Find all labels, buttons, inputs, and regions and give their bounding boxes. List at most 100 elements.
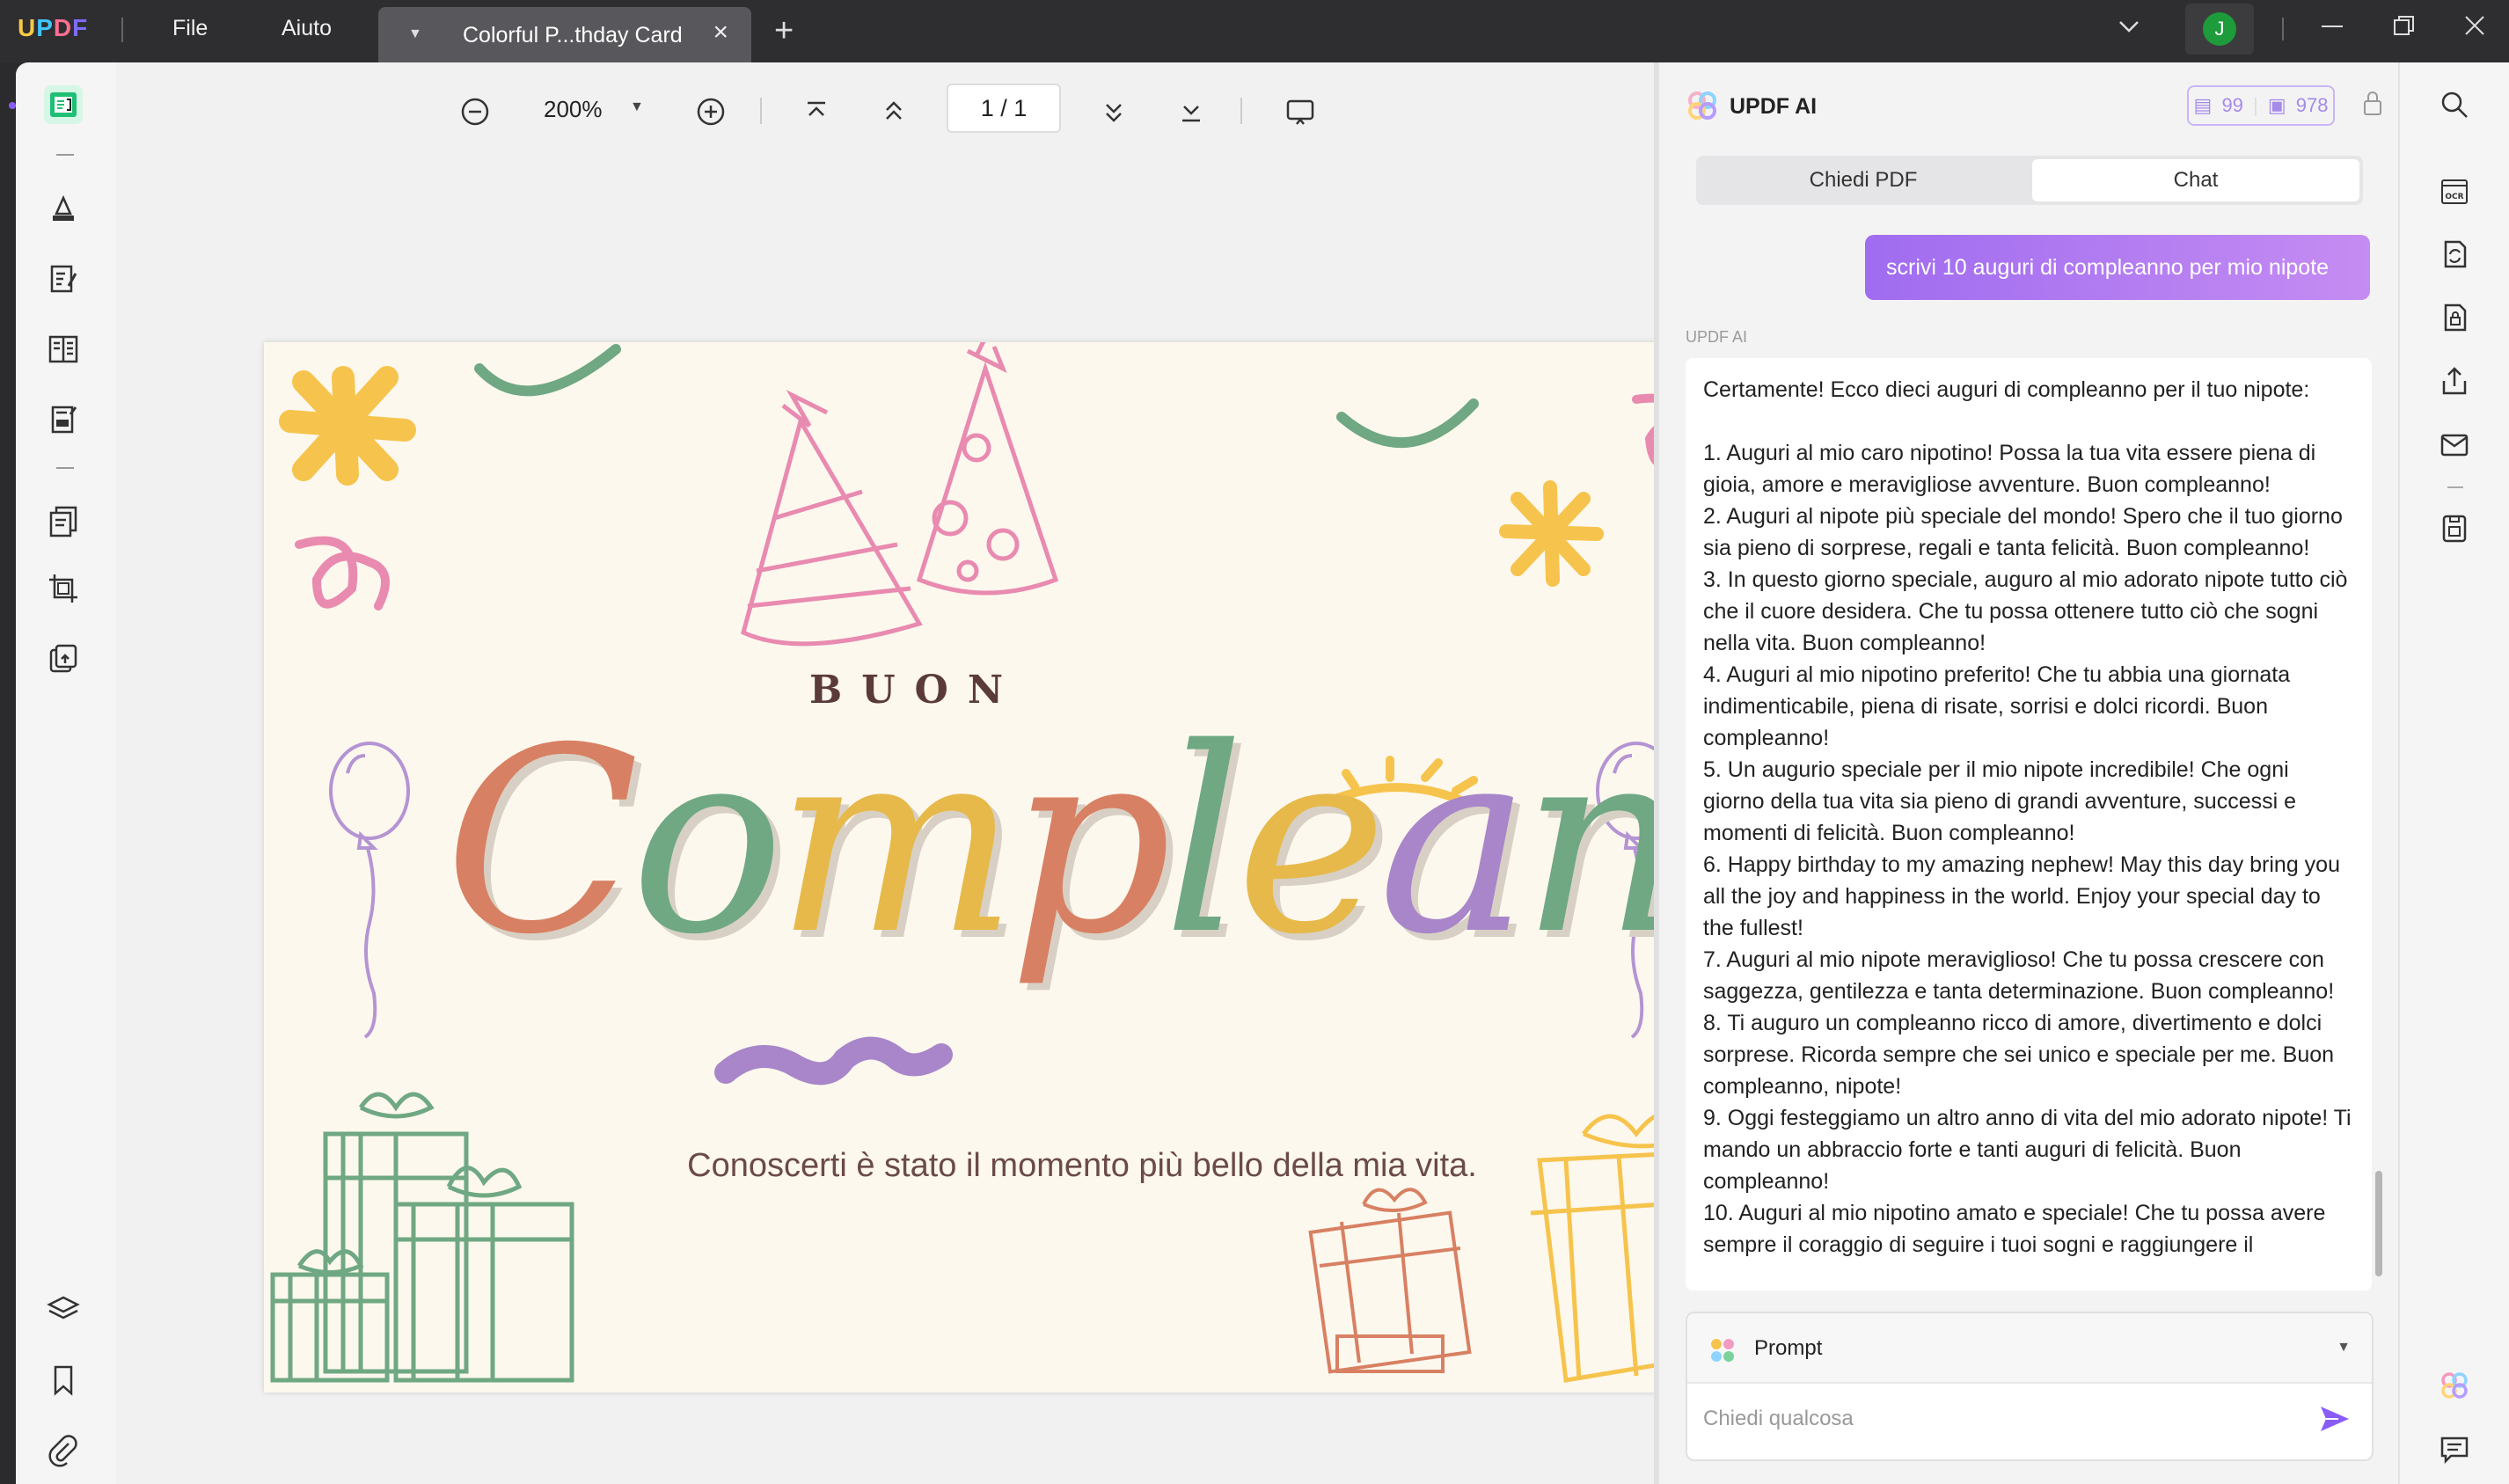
account-box[interactable]: J	[2185, 4, 2254, 55]
document-credit-icon: ▤	[2193, 94, 2213, 116]
chat-input-area: Prompt ▼	[1686, 1312, 2374, 1461]
orange-gift-drawing	[1308, 1188, 1472, 1374]
divider	[2282, 18, 2284, 40]
document-viewer: 200% ▼ 1 / 1 BUON Complean Conoscerti è …	[116, 62, 1742, 1484]
attachment-icon[interactable]	[44, 1431, 83, 1470]
compleanno-letter: p	[1008, 694, 1173, 991]
form-icon[interactable]	[44, 400, 83, 439]
separator	[56, 154, 74, 156]
ai-panel: UPDF AI ▤ 99 | ▣ 978 Chiedi PDF Chat scr…	[1657, 62, 2398, 1484]
email-icon[interactable]	[2437, 427, 2472, 462]
ocr-icon[interactable]: OCR	[2437, 173, 2472, 208]
avatar[interactable]: J	[2203, 12, 2236, 46]
response-item: 10. Auguri al mio nipotino amato e speci…	[1703, 1201, 2326, 1257]
credits-badge[interactable]: ▤ 99 | ▣ 978	[2187, 85, 2335, 126]
response-item: 8. Ti auguro un compleanno ricco di amor…	[1703, 1011, 2335, 1099]
response-item: 5. Un augurio speciale per il mio nipote…	[1703, 757, 2297, 845]
edit-pdf-icon[interactable]	[44, 260, 83, 298]
right-toolbar: OCR	[2398, 62, 2509, 1484]
svg-text:OCR: OCR	[2445, 193, 2463, 201]
convert-pages-icon[interactable]	[44, 502, 83, 541]
updf-logo[interactable]: UPDF	[18, 14, 88, 42]
tab-close-icon[interactable]: ×	[713, 18, 728, 48]
prompt-selector[interactable]: Prompt ▼	[1687, 1313, 2372, 1384]
compleanno-letter: a	[1378, 694, 1531, 991]
comments-icon[interactable]	[2437, 1431, 2472, 1466]
party-hat-drawing	[741, 342, 1059, 647]
protect-icon[interactable]	[2437, 300, 2472, 335]
compleanno-letter: o	[630, 694, 785, 991]
zoom-in-icon[interactable]	[691, 92, 730, 131]
tab-ask-pdf[interactable]: Chiedi PDF	[1700, 159, 2027, 201]
crop-pages-icon[interactable]	[44, 569, 83, 608]
divider	[121, 18, 123, 42]
updf-ai-icon[interactable]	[2437, 1368, 2472, 1403]
document-credits: 99	[2221, 94, 2243, 116]
layers-icon[interactable]	[44, 1290, 83, 1329]
ai-title: UPDF AI	[1730, 94, 1818, 119]
save-icon[interactable]	[2437, 511, 2472, 546]
lock-icon[interactable]	[2361, 91, 2384, 123]
compleanno-letter: C	[444, 694, 640, 991]
user-message-bubble: scrivi 10 auguri di compleanno per mio n…	[1865, 235, 2370, 300]
chevron-down-icon[interactable]	[2117, 14, 2141, 46]
next-page-icon[interactable]	[1094, 92, 1133, 131]
chat-credit-icon: ▣	[2267, 94, 2286, 116]
document-tab[interactable]: ▼ Colorful P...thday Card ×	[378, 7, 751, 62]
tab-dropdown-icon[interactable]: ▼	[408, 26, 422, 42]
green-arc-decoration	[1336, 398, 1479, 449]
title-bar: UPDF File Aiuto ▼ Colorful P...thday Car…	[0, 0, 2509, 62]
organize-pages-icon[interactable]	[44, 330, 83, 369]
close-window-icon[interactable]	[2461, 12, 2488, 46]
restore-icon[interactable]	[2391, 12, 2418, 46]
presentation-icon[interactable]	[1281, 92, 1320, 131]
response-item: 3. In questo giorno speciale, auguro al …	[1703, 567, 2348, 655]
card-heading-compleanno: Compleanno	[444, 694, 1742, 991]
zoom-out-icon[interactable]	[456, 92, 494, 131]
convert-icon[interactable]	[2437, 237, 2472, 272]
share-icon[interactable]	[2437, 363, 2472, 398]
pink-curl-decoration	[295, 536, 390, 610]
pdf-page: BUON Compleanno Conoscerti è stato il mo…	[264, 342, 1742, 1393]
last-page-icon[interactable]	[1172, 92, 1211, 131]
first-page-icon[interactable]	[797, 92, 836, 131]
compleanno-letter: m	[775, 694, 1018, 991]
separator	[760, 98, 762, 124]
menu-file[interactable]: File	[172, 16, 208, 41]
ai-mode-tabs: Chiedi PDF Chat	[1696, 156, 2363, 205]
ai-response-bubble: Certamente! Ecco dieci auguri di complea…	[1686, 358, 2372, 1290]
view-toolbar: 200% ▼ 1 / 1	[116, 62, 1657, 159]
prompt-label: Prompt	[1754, 1336, 1823, 1360]
yellow-star-decoration	[1499, 480, 1604, 587]
chat-scrollbar[interactable]	[2375, 1171, 2382, 1276]
tab-chat[interactable]: Chat	[2032, 159, 2359, 201]
response-item: 6. Happy birthday to my amazing nephew! …	[1703, 852, 2340, 940]
previous-page-icon[interactable]	[874, 92, 913, 131]
zoom-dropdown-icon[interactable]: ▼	[630, 99, 644, 115]
compleanno-letter: l	[1163, 694, 1245, 991]
new-tab-icon[interactable]: +	[774, 12, 794, 50]
green-gift-drawing	[270, 1092, 574, 1383]
compleanno-letter: e	[1235, 694, 1387, 991]
search-icon[interactable]	[2437, 87, 2472, 122]
menu-help[interactable]: Aiuto	[282, 16, 332, 41]
comment-highlight-icon[interactable]	[44, 189, 83, 228]
chat-credits: 978	[2295, 94, 2329, 116]
response-item: 2. Auguri al nipote più speciale del mon…	[1703, 504, 2343, 560]
page-number-input[interactable]: 1 / 1	[947, 84, 1061, 133]
send-icon[interactable]	[2317, 1401, 2352, 1436]
separator	[1240, 98, 1242, 124]
prompt-dropdown-icon[interactable]: ▼	[2337, 1340, 2351, 1356]
left-toolbar	[16, 62, 116, 1484]
separator	[56, 467, 74, 469]
response-item: 1. Auguri al mio caro nipotino! Possa la…	[1703, 441, 2316, 497]
updf-ai-logo-icon	[1688, 91, 1716, 120]
bookmark-icon[interactable]	[44, 1361, 83, 1400]
reader-mode-icon[interactable]	[44, 85, 83, 124]
yellow-star-decoration	[279, 366, 416, 486]
compress-icon[interactable]	[44, 640, 83, 678]
ask-input[interactable]	[1703, 1394, 2301, 1444]
zoom-level[interactable]: 200%	[544, 96, 603, 123]
response-intro: Certamente! Ecco dieci auguri di complea…	[1703, 377, 2310, 402]
minimize-icon[interactable]	[2319, 12, 2345, 46]
